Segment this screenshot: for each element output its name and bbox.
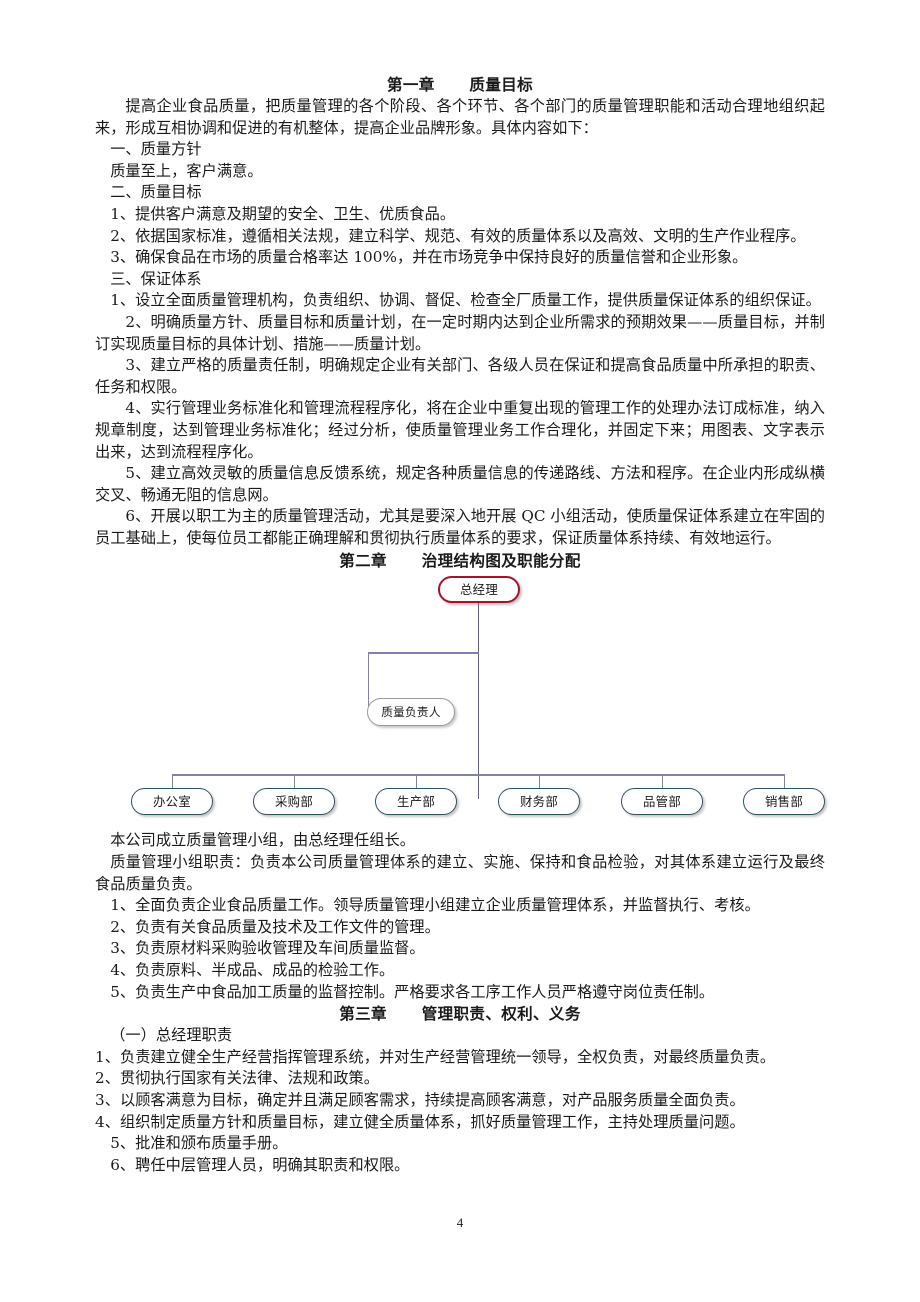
- list-item: 1、全面负责企业食品质量工作。领导质量管理小组建立企业质量管理体系，并监督执行、…: [110, 896, 760, 915]
- connector-department-drop: [662, 774, 664, 790]
- chapter-2-note-2: 质量管理小组职责：负责本公司质量管理体系的建立、实施、保持和食品检验，对其体系建…: [95, 853, 825, 893]
- org-node-label: 财务部: [519, 793, 559, 809]
- connector-department-bus: [172, 774, 785, 776]
- list-item: 3、确保食品在市场的质量合格率达 100%，并在市场竞争中保持良好的质量信誉和企…: [110, 248, 748, 267]
- org-node-label: 质量负责人: [381, 704, 441, 719]
- list-item: 2、依据国家标准，遵循相关法规，建立科学、规范、有效的质量体系以及高效、文明的生…: [110, 226, 806, 245]
- org-node-general-manager[interactable]: 总经理: [438, 576, 520, 604]
- connector-department-drop: [539, 774, 541, 790]
- org-node-label: 生产部: [396, 793, 436, 809]
- chapter-3-heading: 第三章 管理职责、权利、义务: [339, 1004, 581, 1024]
- connector-department-drop: [172, 774, 174, 790]
- org-node-department-production[interactable]: 生产部: [375, 788, 457, 816]
- chapter-2-heading: 第二章 治理结构图及职能分配: [339, 551, 581, 571]
- page-content: 第一章 质量目标 提高企业食品质量，把质量管理的各个阶段、各个环节、各个部门的质…: [95, 74, 825, 1176]
- list-item: 2、负责有关食品质量及技术及工作文件的管理。: [110, 917, 440, 936]
- page-number: 4: [456, 1215, 464, 1230]
- list-item: 2、贯彻执行国家有关法律、法规和政策。: [95, 1069, 379, 1088]
- list-item: 5、批准和颁布质量手册。: [110, 1134, 288, 1153]
- chapter-3-section-1-title: （一）总经理职责: [110, 1026, 233, 1045]
- list-item: 3、以顾客满意为目标，确定并且满足顾客需求，持续提高顾客满意，对产品服务质量全面…: [95, 1091, 745, 1109]
- list-item: 3、负责原材料采购验收管理及车间质量监督。: [110, 939, 425, 958]
- list-item: 5、负责生产中食品加工质量的监督控制。严格要求各工序工作人员严格遵守岗位责任制。: [110, 982, 715, 1001]
- org-node-label: 办公室: [152, 793, 192, 809]
- list-item: 1、设立全面质量管理机构，负责组织、协调、督促、检查全厂质量工作，提供质量保证体…: [110, 291, 821, 310]
- list-item: 6、聘任中层管理人员，明确其职责和权限。: [110, 1155, 410, 1174]
- list-item: 1、提供客户满意及期望的安全、卫生、优质食品。: [110, 204, 456, 223]
- org-node-department-finance[interactable]: 财务部: [498, 788, 580, 816]
- list-item: 4、负责原料、半成品、成品的检验工作。: [110, 961, 395, 980]
- org-node-department-purchasing[interactable]: 采购部: [253, 788, 335, 816]
- chapter-2-note-1: 本公司成立质量管理小组，由总经理任组长。: [110, 831, 415, 850]
- org-node-department-office[interactable]: 办公室: [131, 788, 213, 816]
- org-chart: 总经理 质量负责人 办公室 采购部 生产部 财务部 品管部 销售部: [95, 572, 825, 830]
- connector-department-drop: [416, 774, 418, 790]
- connector-staff-top-horizontal: [368, 652, 479, 654]
- connector-department-drop: [294, 774, 296, 790]
- connector-department-drop: [784, 774, 786, 790]
- org-node-label: 品管部: [642, 793, 682, 809]
- list-item: 3、建立严格的质量责任制，明确规定企业有关部门、各级人员在保证和提高食品质量中所…: [95, 356, 825, 396]
- list-item: 5、建立高效灵敏的质量信息反馈系统，规定各种质量信息的传递路线、方法和程序。在企…: [95, 464, 825, 504]
- list-item: 4、实行管理业务标准化和管理流程程序化，将在企业中重复出现的管理工作的处理办法订…: [95, 399, 825, 461]
- org-node-label: 采购部: [274, 793, 314, 809]
- list-item: 4、组织制定质量方针和质量目标，建立健全质量体系，抓好质量管理工作，主持处理质量…: [95, 1112, 745, 1131]
- org-node-department-sales[interactable]: 销售部: [743, 788, 825, 816]
- chapter-1-section-1-title: 一、质量方针: [110, 140, 202, 159]
- list-item: 2、明确质量方针、质量目标和质量计划，在一定时期内达到企业所需求的预期效果——质…: [95, 312, 825, 353]
- chapter-1-intro: 提高企业食品质量，把质量管理的各个阶段、各个环节、各个部门的质量管理职能和活动合…: [95, 97, 825, 137]
- org-node-quality-manager[interactable]: 质量负责人: [367, 698, 455, 727]
- document-page: 第一章 质量目标 提高企业食品质量，把质量管理的各个阶段、各个环节、各个部门的质…: [0, 0, 920, 1302]
- connector-trunk-vertical: [478, 603, 480, 800]
- chapter-1-section-3-title: 三、保证体系: [110, 269, 202, 288]
- chapter-1-section-2-title: 二、质量目标: [110, 183, 202, 202]
- org-node-department-quality-control[interactable]: 品管部: [621, 788, 703, 816]
- chapter-1-heading: 第一章 质量目标: [386, 75, 534, 94]
- list-item: 6、开展以职工为主的质量管理活动，尤其是要深入地开展 QC 小组活动，使质量保证…: [95, 507, 825, 547]
- chapter-1-section-1-body: 质量至上，客户满意。: [110, 161, 263, 180]
- org-node-label: 销售部: [764, 793, 804, 809]
- org-node-label: 总经理: [459, 581, 499, 597]
- list-item: 1、负责建立健全生产经营指挥管理系统，并对生产经营管理统一领导，全权负责，对最终…: [95, 1047, 776, 1066]
